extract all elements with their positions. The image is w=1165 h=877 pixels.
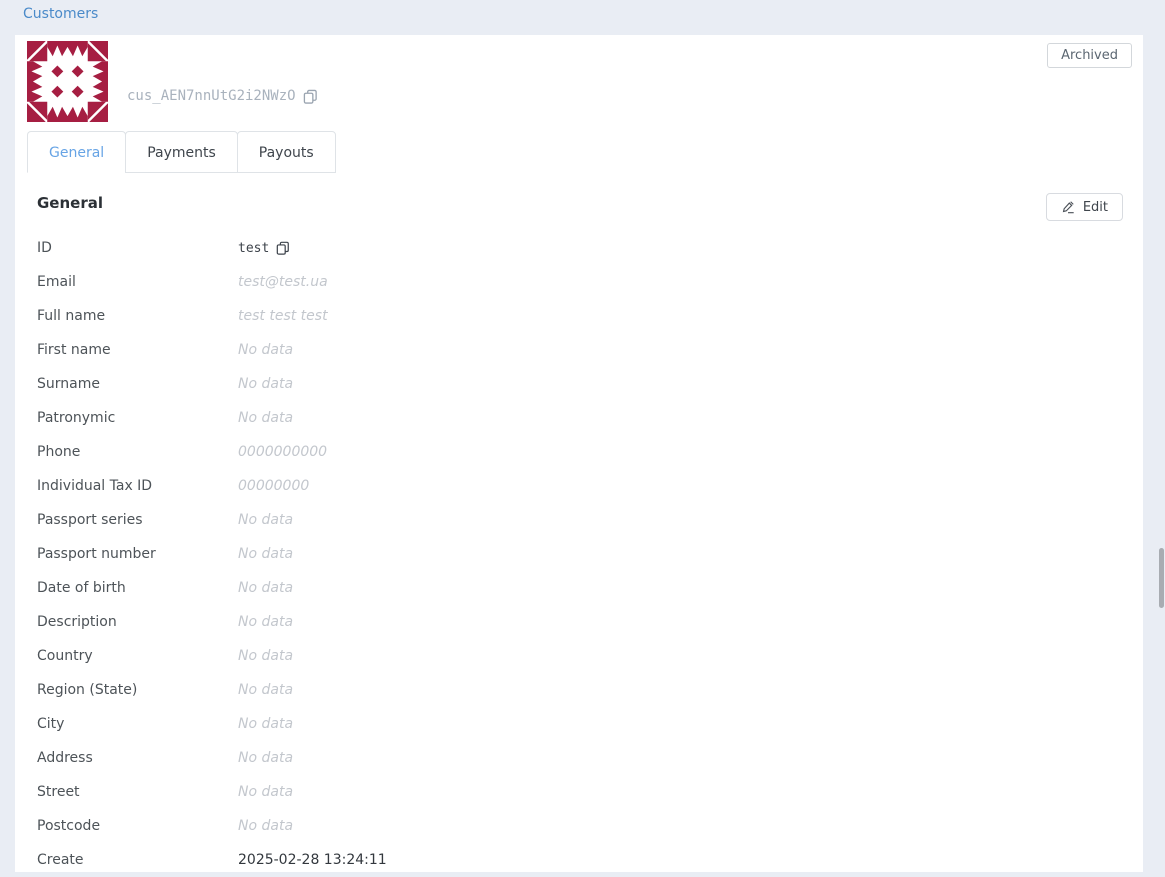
copy-icon[interactable] (276, 241, 290, 255)
field-label: Date of birth (37, 580, 126, 596)
field-row: Date of birth No data (15, 571, 1143, 605)
customer-avatar-identicon (27, 41, 108, 122)
edit-button[interactable]: Edit (1045, 193, 1123, 221)
field-row: ID test (15, 231, 1143, 265)
field-label: City (37, 716, 65, 732)
field-value: No data (238, 648, 294, 664)
field-row: Passport series No data (15, 503, 1143, 537)
tab-payouts[interactable]: Payouts (236, 131, 336, 173)
tab-label: General (49, 145, 105, 161)
field-value: No data (238, 750, 294, 766)
field-row: City No data (15, 707, 1143, 741)
field-value: 0000000000 (238, 444, 328, 460)
field-label: Full name (37, 308, 106, 324)
field-label: Patronymic (37, 410, 116, 426)
field-value: No data (238, 784, 294, 800)
field-value: No data (238, 512, 294, 528)
field-value: No data (238, 410, 294, 426)
customer-id-code: cus_AEN7nnUtG2i2NWzO (127, 88, 296, 104)
field-label: Create (37, 852, 84, 868)
field-row: Postcode No data (15, 809, 1143, 843)
field-value: No data (238, 682, 294, 698)
fields-list: ID test Email test@test.ua Full name tes… (15, 231, 1143, 877)
field-row: Full name test test test (15, 299, 1143, 333)
field-label: Description (37, 614, 117, 630)
field-row: Description No data (15, 605, 1143, 639)
field-value: No data (238, 614, 294, 630)
field-row: Patronymic No data (15, 401, 1143, 435)
field-label: ID (37, 240, 52, 256)
tab-general[interactable]: General (27, 131, 127, 173)
field-value: test (238, 241, 290, 256)
field-value: No data (238, 546, 294, 562)
field-value: No data (238, 342, 294, 358)
field-label: Email (37, 274, 76, 290)
field-label: First name (37, 342, 111, 358)
field-label: Postcode (37, 818, 101, 834)
top-navigation: Customers (0, 0, 1165, 39)
field-row: Phone 0000000000 (15, 435, 1143, 469)
field-value: 2025-02-28 13:24:11 (238, 852, 387, 868)
section-title: General (37, 194, 103, 212)
field-label: Surname (37, 376, 100, 392)
edit-button-label: Edit (1082, 199, 1108, 215)
tab-payments[interactable]: Payments (125, 131, 238, 173)
field-label: Passport series (37, 512, 143, 528)
field-row: Street No data (15, 775, 1143, 809)
customer-panel: cus_AEN7nnUtG2i2NWzO Archived General Pa… (15, 35, 1143, 872)
field-value: test test test (238, 308, 328, 324)
tabs: General Payments Payouts (27, 131, 336, 173)
field-row: Address No data (15, 741, 1143, 775)
field-label: Country (37, 648, 93, 664)
nav-tab-customers[interactable]: Customers (18, 0, 104, 39)
status-badge-archived: Archived (1047, 43, 1132, 68)
field-label: Address (37, 750, 93, 766)
status-badge-label: Archived (1061, 48, 1118, 63)
field-row: Passport number No data (15, 537, 1143, 571)
nav-tab-customers-label: Customers (23, 6, 99, 22)
tab-label: Payouts (258, 145, 314, 161)
field-row: Region (State) No data (15, 673, 1143, 707)
field-label: Individual Tax ID (37, 478, 153, 494)
field-value: No data (238, 818, 294, 834)
field-label: Passport number (37, 546, 156, 562)
vertical-scrollbar-thumb[interactable] (1159, 548, 1164, 608)
pencil-icon (1061, 200, 1075, 214)
field-value: No data (238, 580, 294, 596)
field-value: 00000000 (238, 478, 310, 494)
copy-icon[interactable] (303, 89, 318, 104)
customer-id-row: cus_AEN7nnUtG2i2NWzO (127, 88, 318, 104)
field-label: Street (37, 784, 80, 800)
tab-label: Payments (147, 145, 216, 161)
field-row: Email test@test.ua (15, 265, 1143, 299)
field-label: Region (State) (37, 682, 138, 698)
field-value: test@test.ua (238, 274, 328, 290)
field-row: Individual Tax ID 00000000 (15, 469, 1143, 503)
field-row: Country No data (15, 639, 1143, 673)
field-row: First name No data (15, 333, 1143, 367)
field-value: No data (238, 376, 294, 392)
field-label: Phone (37, 444, 81, 460)
field-row: Surname No data (15, 367, 1143, 401)
field-value: No data (238, 716, 294, 732)
